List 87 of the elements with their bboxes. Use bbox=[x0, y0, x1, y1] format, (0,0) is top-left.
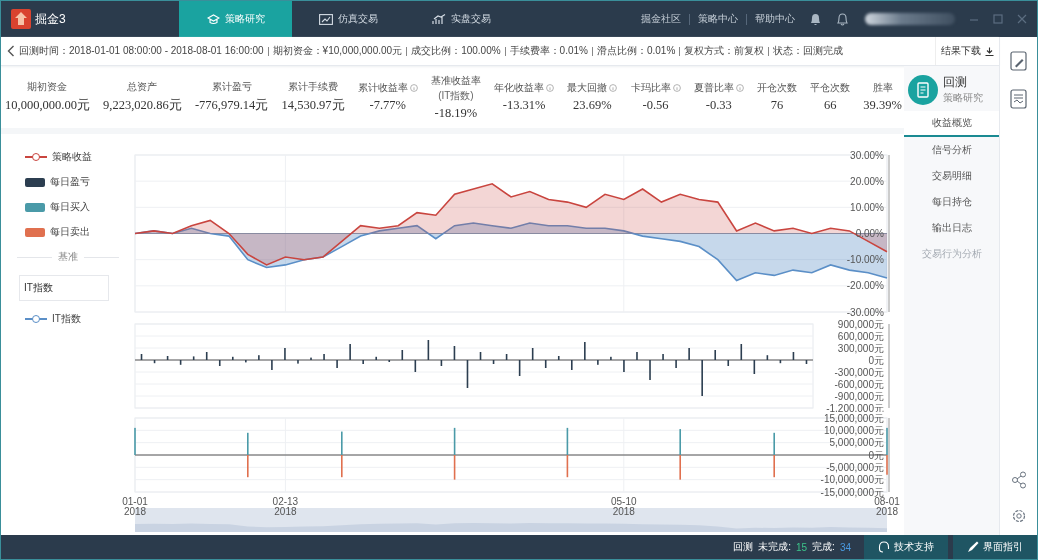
stat-value: -18.19% bbox=[434, 105, 478, 121]
stat-value: 23.69% bbox=[573, 98, 612, 113]
axis-label: -20.00% bbox=[846, 280, 884, 292]
stat-label: 总资产 bbox=[127, 80, 158, 94]
side-menu-item[interactable]: 信号分析 bbox=[904, 137, 999, 163]
stat-label: 夏普比率 bbox=[693, 81, 734, 95]
stat-value: -776,979.14元 bbox=[194, 97, 269, 114]
stat-value: 39.39% bbox=[863, 98, 902, 113]
done-count: 34 bbox=[839, 541, 851, 553]
axis-label: 900,000元 bbox=[837, 320, 884, 330]
axis-label: 5,000,000元 bbox=[829, 437, 884, 449]
stat-label: 最大回撤 bbox=[567, 81, 608, 95]
guide-button[interactable]: 界面指引 bbox=[953, 535, 1037, 559]
side-menu-item[interactable]: 收益概览 bbox=[904, 111, 999, 137]
legend-label[interactable]: 每日盈亏 bbox=[50, 175, 90, 189]
stat-value: -0.33 bbox=[705, 98, 732, 113]
stat-label: 平仓次数 bbox=[810, 81, 851, 95]
axis-label: -30.00% bbox=[846, 306, 884, 318]
stat-label: 开仓次数 bbox=[756, 81, 797, 95]
axis-label: 10.00% bbox=[850, 201, 884, 213]
info-item: 状态：回测完成 bbox=[773, 44, 844, 58]
support-button[interactable]: 技术支持 bbox=[864, 535, 948, 559]
info-item: 成交比例：100.00% bbox=[411, 44, 501, 58]
stat-value: -7.77% bbox=[369, 98, 406, 113]
info-item: 手续费率：0.01% bbox=[509, 44, 588, 58]
benchmark-select[interactable]: IT指数 bbox=[19, 275, 109, 301]
axis-label: -1,200,000元 bbox=[826, 402, 884, 412]
legend-label[interactable]: 每日卖出 bbox=[50, 225, 90, 239]
info-item: 滑点比例：0.01% bbox=[596, 44, 676, 58]
nav-tab[interactable]: 仿真交易 bbox=[292, 1, 405, 37]
axis-label: -900,000元 bbox=[834, 390, 884, 402]
axis-label: 0元 bbox=[868, 449, 884, 461]
stat-label: 期初资金 bbox=[27, 80, 68, 94]
side-menu-item[interactable]: 输出日志 bbox=[904, 215, 999, 241]
stat-value: 9,223,020.86元 bbox=[103, 97, 182, 114]
side-menu-item[interactable]: 交易明细 bbox=[904, 163, 999, 189]
axis-label: 30.00% bbox=[850, 149, 884, 161]
stat-label: 基准收益率 bbox=[430, 73, 481, 88]
stat-value: 76 bbox=[770, 98, 784, 113]
legend-label[interactable]: IT指数 bbox=[52, 312, 81, 326]
download-button[interactable]: 结果下载 bbox=[935, 37, 999, 65]
stat-label: 累计收益率 bbox=[357, 81, 408, 95]
info-item: 复权方式：前复权 bbox=[684, 44, 765, 58]
axis-label: -5,000,000元 bbox=[826, 461, 884, 473]
date-label: 08-01 2018 bbox=[874, 496, 900, 517]
mode-label: 回测 bbox=[733, 540, 754, 554]
info-item: 期初资金：¥10,000,000.00元 bbox=[272, 44, 403, 58]
stat-label: 卡玛比率 bbox=[630, 81, 671, 95]
date-label: 05-10 2018 bbox=[611, 496, 637, 517]
axis-label: 0元 bbox=[868, 354, 884, 366]
header-link[interactable]: 策略中心 bbox=[698, 12, 738, 26]
stat-value: 14,530.97元 bbox=[281, 97, 345, 114]
header-link[interactable]: 掘金社区 bbox=[641, 12, 681, 26]
stat-value: 66 bbox=[823, 98, 837, 113]
stat-sublabel: (IT指数) bbox=[438, 88, 474, 103]
section-title: 基准 bbox=[58, 250, 78, 264]
axis-label: -10,000,000元 bbox=[820, 474, 884, 486]
axis-label: 20.00% bbox=[850, 175, 884, 187]
axis-label: 300,000元 bbox=[837, 342, 884, 354]
axis-label: 10,000,000元 bbox=[823, 424, 884, 436]
done-label: 完成: bbox=[812, 540, 835, 554]
date-label: 02-13 2018 bbox=[272, 496, 299, 517]
date-label: 01-01 2018 bbox=[122, 496, 148, 517]
axis-label: 600,000元 bbox=[837, 330, 884, 342]
axis-label: 15,000,000元 bbox=[823, 412, 884, 424]
pending-count: 15 bbox=[795, 541, 808, 553]
axis-label: -300,000元 bbox=[834, 366, 884, 378]
stat-label: 累计手续费 bbox=[288, 80, 339, 94]
nav-tab[interactable]: 实盘交易 bbox=[405, 1, 518, 37]
stat-value: -0.56 bbox=[642, 98, 669, 113]
axis-label: -10.00% bbox=[846, 254, 884, 266]
app-name: 掘金3 bbox=[35, 10, 66, 28]
header-link[interactable]: 帮助中心 bbox=[755, 12, 795, 26]
stat-label: 年化收益率 bbox=[494, 81, 545, 95]
pending-label: 未完成: bbox=[758, 540, 791, 554]
panel-subtitle: 策略研究 bbox=[943, 91, 983, 105]
side-menu-item[interactable]: 每日持仓 bbox=[904, 189, 999, 215]
axis-label: -15,000,000元 bbox=[820, 486, 884, 498]
legend-label[interactable]: 每日买入 bbox=[50, 200, 90, 214]
axis-label: -600,000元 bbox=[834, 378, 884, 390]
stat-label: 累计盈亏 bbox=[211, 80, 252, 94]
legend-label[interactable]: 策略收益 bbox=[52, 150, 92, 164]
stat-label: 胜率 bbox=[872, 81, 893, 95]
stat-value: 10,000,000.00元 bbox=[5, 97, 90, 114]
stat-value: -13.31% bbox=[502, 98, 546, 113]
panel-title: 回测 bbox=[943, 74, 968, 91]
info-item: 回测时间：2018-01-01 08:00:00 - 2018-08-01 16:00:00 bbox=[19, 44, 264, 58]
